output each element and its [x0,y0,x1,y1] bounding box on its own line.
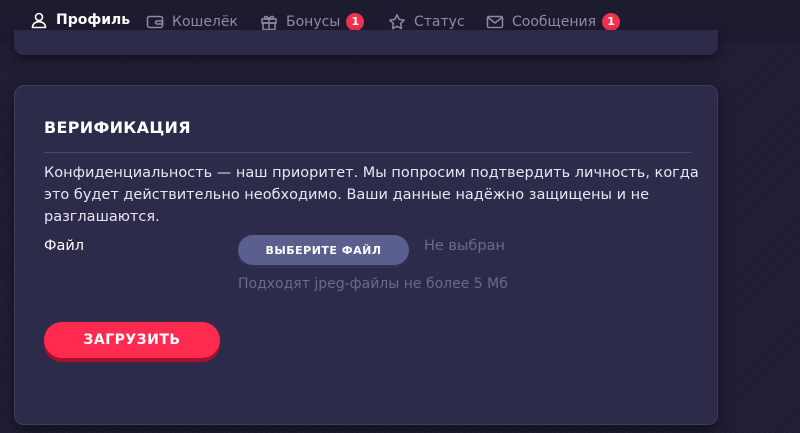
tab-label: Статус [414,13,465,30]
star-icon [388,13,406,31]
tab-label: Бонусы [286,13,341,30]
choose-file-button[interactable]: ВЫБЕРИТЕ ФАЙЛ [238,235,409,265]
file-status-text: Не выбран [424,238,505,254]
tab-label: Профиль [56,12,131,28]
previous-card-edge [14,30,718,55]
file-format-hint: Подходят jpeg-файлы не более 5 Мб [238,276,508,292]
notification-badge: 1 [602,12,621,31]
file-field-label: Файл [44,238,85,254]
card-title: ВЕРИФИКАЦИЯ [44,118,191,137]
verification-description: Конфиденциальность — наш приоритет. Мы п… [44,165,699,225]
upload-button[interactable]: ЗАГРУЗИТЬ [44,322,220,358]
gift-icon [260,13,278,31]
mail-icon [486,13,504,31]
tab-label: Кошелёк [172,13,238,30]
verification-card: ВЕРИФИКАЦИЯ Конфиденциальность — наш при… [14,85,718,425]
divider [44,152,691,153]
tab-label: Сообщения [512,13,597,30]
user-icon [30,11,48,29]
wallet-icon [146,13,164,31]
notification-badge: 1 [346,12,365,31]
